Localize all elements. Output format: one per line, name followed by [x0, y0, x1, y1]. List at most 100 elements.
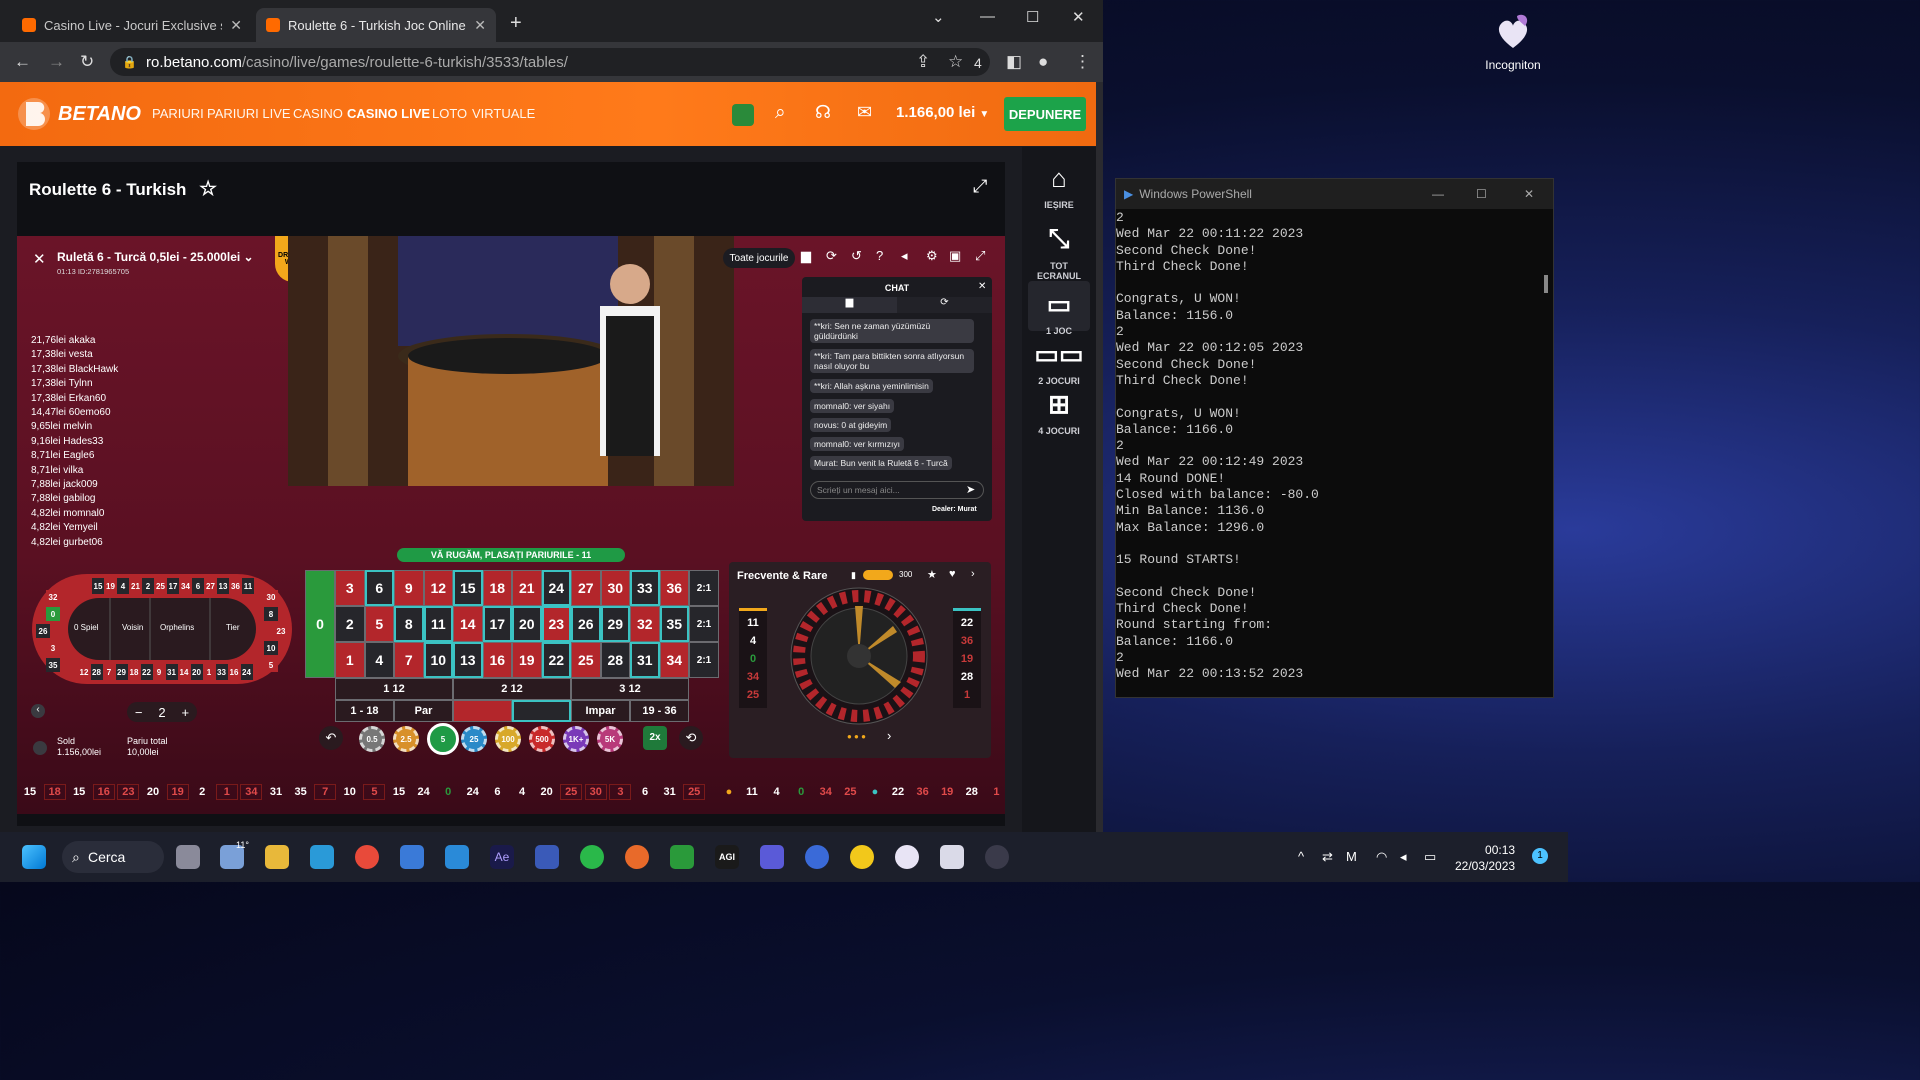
nav-loto[interactable]: LOTO: [432, 106, 467, 121]
racetrack-number[interactable]: 19: [104, 578, 117, 594]
number-7[interactable]: 7: [394, 642, 424, 678]
number-18[interactable]: 18: [482, 570, 512, 606]
number-36[interactable]: 36: [659, 570, 689, 606]
dozen-bet[interactable]: 2 12: [453, 678, 571, 700]
tab-casino-live[interactable]: Casino Live - Jocuri Exclusive și D ✕: [12, 8, 252, 42]
repeat-icon[interactable]: ⟲: [679, 726, 703, 750]
betano-logo[interactable]: BETANO: [16, 96, 141, 132]
column-bet[interactable]: 2:1: [689, 570, 719, 606]
side-panel-icon[interactable]: ◧: [1006, 52, 1022, 72]
favorite-star-icon[interactable]: ☆: [199, 178, 217, 200]
racetrack-zero-spiel[interactable]: 0 Spiel: [74, 623, 98, 632]
number-13[interactable]: 13: [453, 642, 483, 678]
clock[interactable]: 00:13 22/03/2023: [1455, 842, 1515, 874]
nav-casino-live[interactable]: CASINO LIVE: [347, 106, 430, 121]
racetrack-number[interactable]: 24: [240, 664, 253, 680]
racetrack-number[interactable]: 35: [46, 658, 60, 672]
vscode-icon[interactable]: [445, 845, 469, 869]
file-explorer-icon[interactable]: [265, 845, 289, 869]
share-icon[interactable]: ⇪: [916, 52, 930, 72]
nav-virtuale[interactable]: VIRTUALE: [472, 106, 535, 121]
smiley-icon[interactable]: [850, 845, 874, 869]
chip-100[interactable]: 100: [495, 726, 521, 752]
mute-icon[interactable]: ◂: [901, 248, 908, 264]
video-icon[interactable]: ▣: [949, 248, 961, 264]
support-icon[interactable]: ☊: [815, 102, 831, 123]
chip-500[interactable]: 500: [529, 726, 555, 752]
outside-bet[interactable]: 19 - 36: [630, 700, 689, 722]
settings-icon[interactable]: ⚙: [926, 248, 938, 264]
number-0[interactable]: 0: [305, 570, 335, 678]
racetrack-number[interactable]: 17: [167, 578, 179, 594]
racetrack-number[interactable]: 21: [129, 578, 142, 594]
chip-0.5[interactable]: 0.5: [359, 726, 385, 752]
minus-icon[interactable]: −: [135, 705, 143, 720]
exit-button[interactable]: ⌂ IEȘIRE: [1028, 163, 1090, 210]
maximize-icon[interactable]: ☐: [1476, 187, 1487, 201]
racetrack-number[interactable]: 30: [264, 590, 278, 604]
volume-icon[interactable]: ◂: [1400, 849, 1407, 865]
gift-icon[interactable]: [732, 104, 754, 126]
number-17[interactable]: 17: [482, 606, 512, 642]
two-games-button[interactable]: ▭▭ 2 JOCURI: [1028, 339, 1090, 386]
number-19[interactable]: 19: [512, 642, 542, 678]
close-game-icon[interactable]: ✕: [33, 250, 46, 268]
nav-pariuri-live[interactable]: PARIURI LIVE: [207, 106, 291, 121]
minimize-icon[interactable]: —: [980, 8, 995, 25]
racetrack-number[interactable]: 26: [36, 624, 50, 638]
wifi-icon[interactable]: ◠: [1376, 849, 1387, 865]
number-12[interactable]: 12: [423, 570, 453, 606]
fruity-icon[interactable]: [625, 845, 649, 869]
number-21[interactable]: 21: [512, 570, 542, 606]
number-25[interactable]: 25: [571, 642, 601, 678]
number-5[interactable]: 5: [364, 606, 394, 642]
racetrack-number[interactable]: 25: [154, 578, 167, 594]
outside-bet[interactable]: Impar: [571, 700, 630, 722]
racetrack-number[interactable]: 34: [179, 578, 192, 594]
racetrack-voisin[interactable]: Voisin: [122, 623, 143, 632]
racetrack-number[interactable]: 12: [78, 664, 90, 680]
number-23[interactable]: 23: [541, 606, 571, 642]
edge-icon[interactable]: [310, 845, 334, 869]
racetrack-number[interactable]: 29: [115, 664, 128, 680]
battery-icon[interactable]: ▭: [1424, 849, 1436, 865]
racetrack-number[interactable]: 28: [90, 664, 103, 680]
racetrack[interactable]: 15 19 4 21 2 25 17 34 6 27 13 36 11 12 28 7 29 18 22 9 31 14…: [30, 572, 294, 686]
tray-m-icon[interactable]: M: [1346, 849, 1357, 864]
racetrack-number[interactable]: 13: [217, 578, 229, 594]
nav-casino[interactable]: CASINO: [293, 106, 343, 121]
mail-icon[interactable]: ✉: [857, 102, 872, 123]
racetrack-number[interactable]: 1: [203, 664, 215, 680]
number-22[interactable]: 22: [541, 642, 571, 678]
racetrack-number[interactable]: 6: [192, 578, 204, 594]
next-icon[interactable]: ›: [971, 568, 975, 580]
chip-5K[interactable]: 5K: [597, 726, 623, 752]
number-9[interactable]: 9: [394, 570, 424, 606]
maximize-icon[interactable]: ☐: [1026, 8, 1039, 26]
close-tab-icon[interactable]: ✕: [230, 17, 242, 34]
task-view-icon[interactable]: [176, 845, 200, 869]
help-icon[interactable]: ?: [876, 248, 883, 263]
all-games-button[interactable]: Toate jocurile: [723, 248, 795, 268]
racetrack-number[interactable]: 3: [46, 641, 60, 655]
number-29[interactable]: 29: [600, 606, 630, 642]
number-14[interactable]: 14: [453, 606, 483, 642]
reload-icon[interactable]: ↻: [80, 52, 94, 72]
next-page-icon[interactable]: ›: [887, 728, 891, 743]
close-window-icon[interactable]: ✕: [1524, 187, 1534, 201]
number-10[interactable]: 10: [423, 642, 453, 678]
search-icon[interactable]: ⌕: [775, 102, 786, 124]
history-icon[interactable]: ↺: [851, 248, 862, 264]
racetrack-number[interactable]: 15: [92, 578, 104, 594]
racetrack-number[interactable]: 2: [142, 578, 154, 594]
number-15[interactable]: 15: [453, 570, 483, 606]
one-game-button[interactable]: ▭ 1 JOC: [1028, 281, 1090, 336]
racetrack-number[interactable]: 9: [153, 664, 165, 680]
racetrack-orphelins[interactable]: Orphelins: [160, 623, 194, 632]
powershell-taskbar-icon[interactable]: [535, 845, 559, 869]
back-icon[interactable]: ←: [14, 52, 31, 72]
chat-input[interactable]: Scrieți un mesaj aici...: [810, 481, 984, 499]
profile-icon[interactable]: ●: [1038, 52, 1048, 72]
send-icon[interactable]: ➤: [966, 483, 975, 496]
number-33[interactable]: 33: [630, 570, 660, 606]
